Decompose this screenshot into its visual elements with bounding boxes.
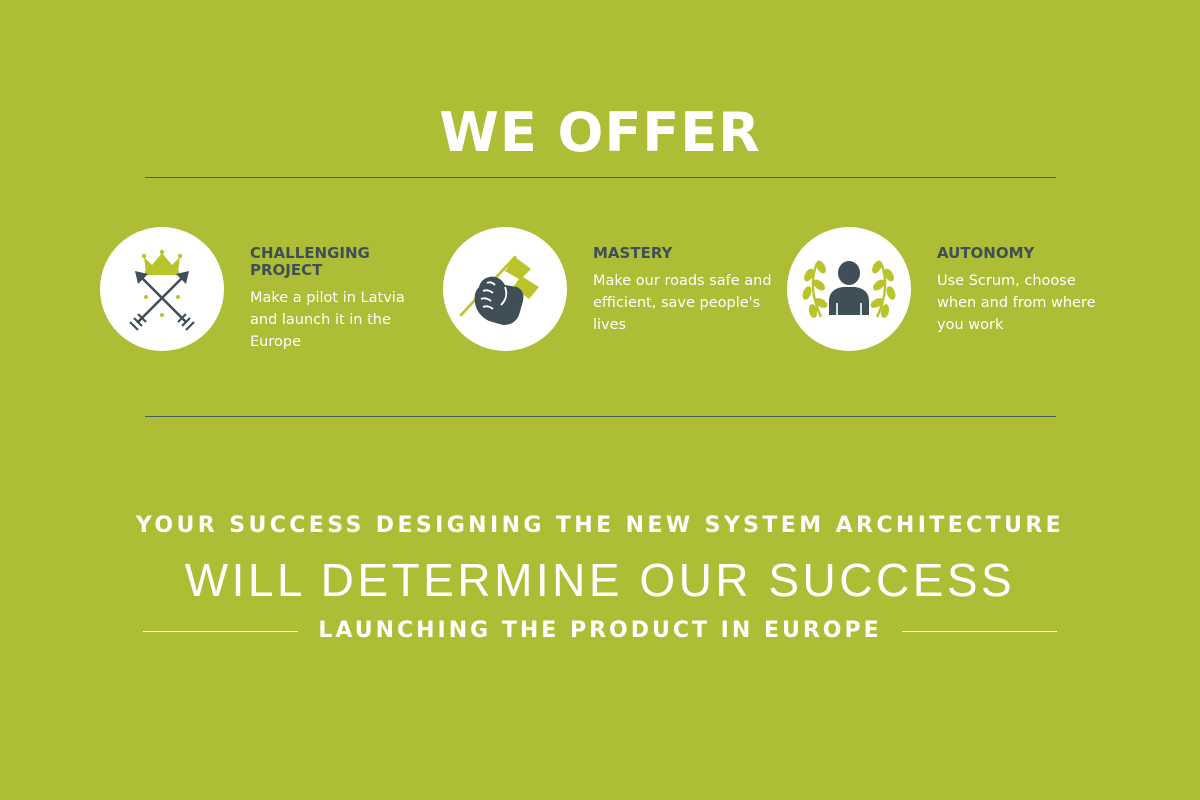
feature-description: Use Scrum, choose when and from where yo…: [937, 273, 1096, 333]
tagline-left-rule: [143, 631, 298, 632]
person-laurel-icon: [787, 227, 911, 351]
feature-title: CHALLENGING PROJECT: [250, 244, 370, 279]
tagline-right-rule: [902, 631, 1057, 632]
feature-title: MASTERY: [593, 244, 673, 262]
fist-flag-icon: [443, 227, 567, 351]
feature-description: Make our roads safe and efficient, save …: [593, 273, 772, 333]
feature-autonomy: AUTONOMY Use Scrum, choose when and from…: [787, 227, 1117, 367]
feature-challenging-project: CHALLENGING PROJECT Make a pilot in Latv…: [100, 227, 430, 367]
feature-text: AUTONOMY Use Scrum, choose when and from…: [937, 245, 1117, 336]
tagline-line-3: LAUNCHING THE PRODUCT IN EUROPE: [318, 618, 882, 643]
top-divider: [145, 177, 1056, 178]
tagline-line-1: YOUR SUCCESS DESIGNING THE NEW SYSTEM AR…: [135, 513, 1065, 538]
feature-description: Make a pilot in Latvia and launch it in …: [250, 290, 405, 350]
offer-banner: WE OFFER CHALLENGING PROJECT Make a pilo…: [0, 0, 1200, 800]
crossed-arrows-crown-icon: [100, 227, 224, 351]
page-title: WE OFFER: [439, 101, 761, 165]
feature-mastery: MASTERY Make our roads safe and efficien…: [443, 227, 773, 367]
feature-text: MASTERY Make our roads safe and efficien…: [593, 245, 773, 336]
bottom-divider: [145, 416, 1056, 417]
tagline-line-2: WILL DETERMINE OUR SUCCESS: [184, 554, 1016, 606]
feature-text: CHALLENGING PROJECT Make a pilot in Latv…: [250, 245, 430, 353]
feature-title: AUTONOMY: [937, 244, 1035, 262]
